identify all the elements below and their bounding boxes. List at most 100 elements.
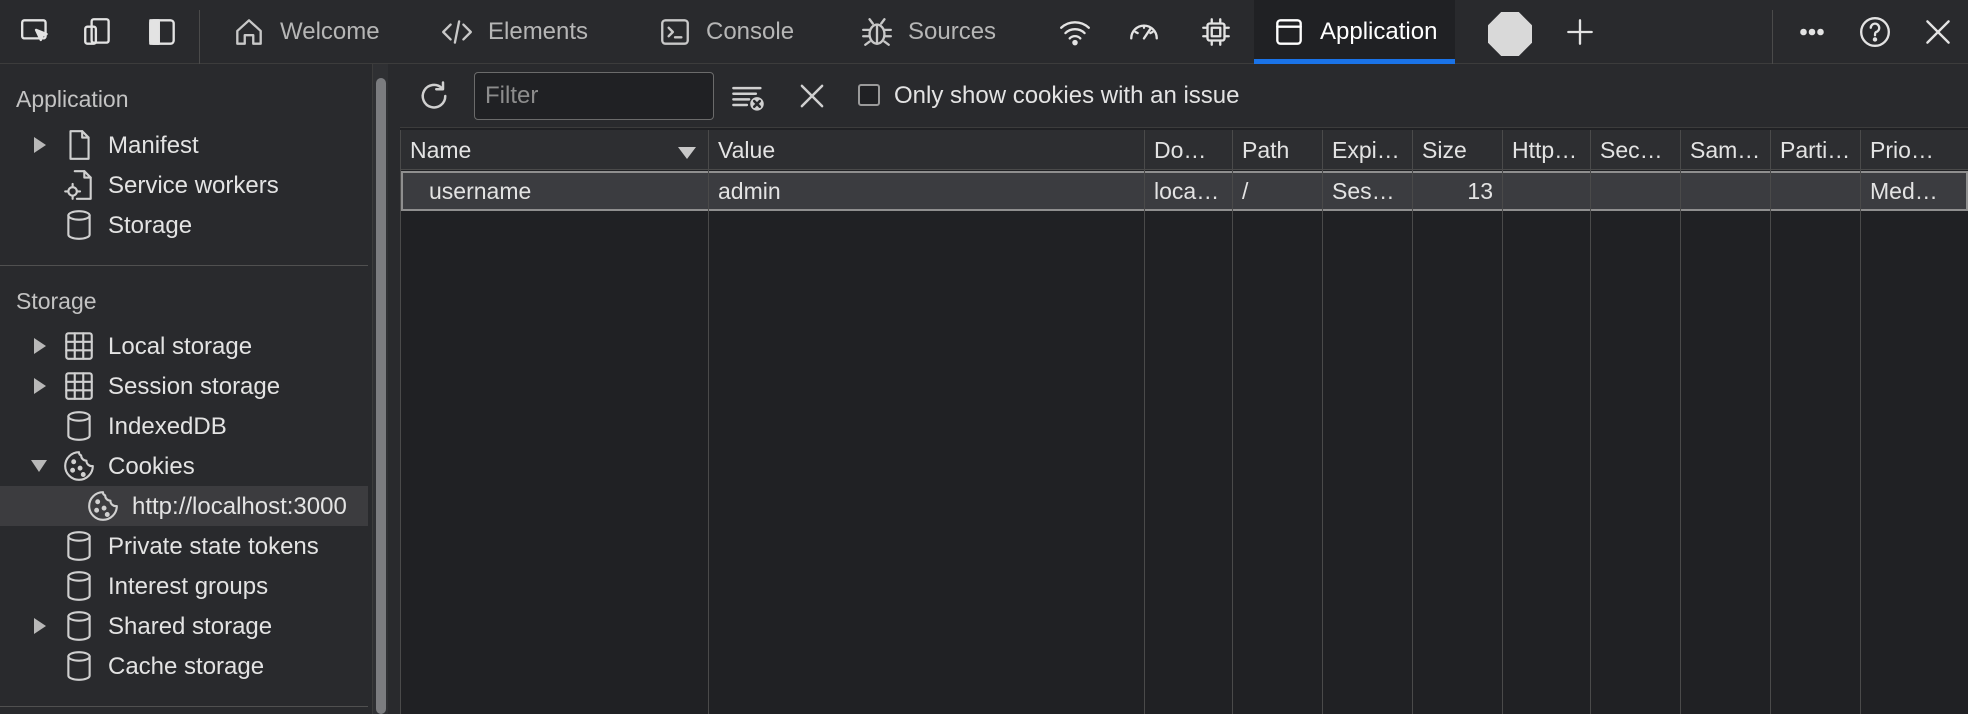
stop-record-icon[interactable] — [1488, 12, 1532, 56]
column-divider[interactable] — [1590, 130, 1591, 714]
tab-welcome-label: Welcome — [280, 18, 380, 45]
expand-arrow-icon[interactable] — [34, 137, 46, 153]
sidebar-item-label: Manifest — [108, 132, 199, 159]
grid-icon — [62, 329, 96, 363]
expand-arrow-icon[interactable] — [34, 618, 46, 634]
sidebar-item-shared-storage[interactable]: Shared storage — [0, 606, 368, 646]
column-header-httponly[interactable]: Http… — [1503, 130, 1590, 170]
expand-arrow-icon[interactable] — [34, 338, 46, 354]
delete-selected-icon[interactable] — [794, 78, 830, 114]
more-options-icon[interactable] — [1792, 12, 1832, 52]
database-icon — [62, 529, 96, 563]
cell-size[interactable]: 13 — [1413, 173, 1502, 209]
sidebar-item-label: Local storage — [108, 333, 253, 360]
console-icon — [661, 19, 689, 45]
sidebar-item-label: Interest groups — [108, 573, 269, 600]
column-divider[interactable] — [708, 130, 709, 714]
tab-welcome[interactable]: Welcome — [232, 0, 380, 64]
only-issues-checkbox[interactable] — [858, 84, 880, 106]
close-devtools-icon[interactable] — [1918, 12, 1958, 52]
sidebar-item-service-workers[interactable]: Service workers — [0, 165, 368, 205]
column-divider[interactable] — [1322, 130, 1323, 714]
sidebar-item-storage[interactable]: Storage — [0, 205, 368, 245]
column-header-expires[interactable]: Expi… — [1323, 130, 1412, 170]
cell-httponly[interactable] — [1503, 173, 1590, 209]
clear-filtered-cookies-icon[interactable] — [730, 78, 766, 114]
column-header-secure[interactable]: Sec… — [1591, 130, 1680, 170]
cell-priority[interactable]: Med… — [1861, 173, 1968, 209]
expand-arrow-icon[interactable] — [34, 378, 46, 394]
code-icon — [442, 20, 472, 44]
sidebar-item-label: Shared storage — [108, 613, 273, 640]
sidebar-item-session-storage[interactable]: Session storage — [0, 366, 368, 406]
grid-icon — [62, 369, 96, 403]
sidebar-item-local-storage[interactable]: Local storage — [0, 326, 368, 366]
column-divider[interactable] — [1770, 130, 1771, 714]
sidebar-item-label: Session storage — [108, 373, 281, 400]
column-header-partition-key[interactable]: Parti… — [1771, 130, 1860, 170]
sidebar-item-label: Private state tokens — [108, 533, 319, 560]
column-divider[interactable] — [1680, 130, 1681, 714]
tab-application[interactable]: Application — [1254, 0, 1456, 64]
column-divider[interactable] — [1144, 130, 1145, 714]
toolbar-divider-right — [1772, 10, 1773, 64]
tab-elements[interactable]: Elements — [440, 0, 588, 64]
sidebar-item-cookies[interactable]: Cookies — [0, 446, 368, 486]
application-window-icon — [1276, 19, 1302, 45]
sidebar-item-private-state-tokens[interactable]: Private state tokens — [0, 526, 368, 566]
cell-domain[interactable]: loca… — [1145, 173, 1232, 209]
cell-samesite[interactable] — [1681, 173, 1770, 209]
cell-value[interactable]: admin — [709, 173, 1144, 209]
sidebar-item-label: Cookies — [108, 453, 195, 480]
database-icon — [62, 208, 96, 242]
tab-sources[interactable]: Sources — [860, 0, 996, 64]
cell-path[interactable]: / — [1233, 173, 1322, 209]
sidebar-section-storage: Storage — [16, 288, 97, 314]
filter-input[interactable] — [474, 72, 714, 120]
column-divider[interactable] — [1860, 130, 1861, 714]
help-icon[interactable] — [1855, 12, 1895, 52]
cookie-icon — [86, 489, 120, 523]
toolbar-divider — [199, 10, 200, 64]
sidebar-item-manifest[interactable]: Manifest — [0, 125, 368, 165]
sidebar-item-label: Service workers — [108, 172, 279, 199]
sidebar-item-cookie-origin[interactable]: http://localhost:3000 — [0, 486, 368, 526]
tab-application-label: Application — [1320, 18, 1438, 45]
database-icon — [62, 649, 96, 683]
column-header-path[interactable]: Path — [1233, 130, 1322, 170]
sidebar-item-label: Storage — [108, 212, 193, 239]
column-header-domain[interactable]: Do… — [1145, 130, 1232, 170]
sidebar-item-cache-storage[interactable]: Cache storage — [0, 646, 368, 686]
column-divider[interactable] — [400, 130, 401, 714]
memory-chip-icon[interactable] — [1196, 12, 1236, 52]
cell-partition-key[interactable] — [1771, 173, 1860, 209]
refresh-icon[interactable] — [416, 78, 452, 114]
column-header-name[interactable]: Name — [401, 130, 708, 170]
sidebar-item-label: Cache storage — [108, 653, 265, 680]
cookie-icon — [62, 449, 96, 483]
dock-side-icon[interactable] — [142, 12, 182, 52]
cell-name[interactable]: username — [420, 173, 708, 209]
sidebar-item-interest-groups[interactable]: Interest groups — [0, 566, 368, 606]
device-emulation-icon[interactable] — [78, 12, 118, 52]
column-header-value[interactable]: Value — [709, 130, 1144, 170]
tab-elements-label: Elements — [488, 18, 589, 45]
add-tab-icon[interactable] — [1560, 12, 1600, 52]
column-header-size[interactable]: Size — [1413, 130, 1502, 170]
performance-gauge-icon[interactable] — [1124, 12, 1164, 52]
column-header-priority[interactable]: Prio… — [1861, 130, 1968, 170]
sidebar-item-indexeddb[interactable]: IndexedDB — [0, 406, 368, 446]
cell-expires[interactable]: Ses… — [1323, 173, 1412, 209]
column-divider[interactable] — [1412, 130, 1413, 714]
column-divider[interactable] — [1502, 130, 1503, 714]
collapse-arrow-icon[interactable] — [31, 460, 47, 472]
sidebar-section-application: Application — [16, 86, 129, 112]
tab-console-label: Console — [706, 18, 795, 45]
network-wifi-icon[interactable] — [1055, 12, 1095, 52]
tab-console[interactable]: Console — [658, 0, 794, 64]
column-divider[interactable] — [1232, 130, 1233, 714]
column-header-samesite[interactable]: Sam… — [1681, 130, 1770, 170]
inspect-element-icon[interactable] — [16, 12, 56, 52]
sidebar-scrollbar-thumb[interactable] — [376, 78, 386, 714]
cell-secure[interactable] — [1591, 173, 1680, 209]
